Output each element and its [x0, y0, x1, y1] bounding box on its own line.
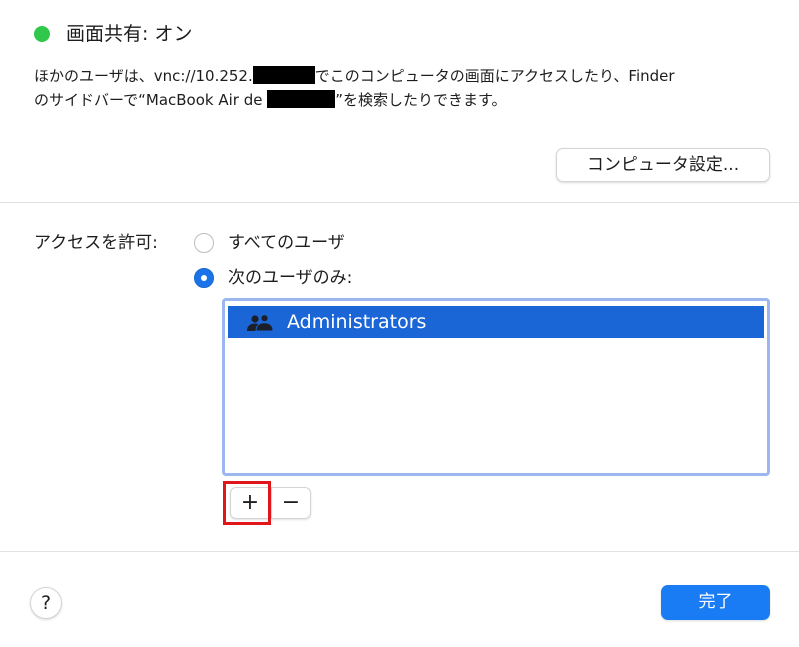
- screen-sharing-description: ほかのユーザは、vnc://10.252. でこのコンピュータの画面にアクセスした…: [34, 64, 675, 112]
- radio-only-these-users-label[interactable]: 次のユーザのみ:: [228, 266, 352, 290]
- description-line-1-prefix: ほかのユーザは、vnc://10.252.: [34, 67, 253, 85]
- description-line-2-prefix: のサイドバーで“MacBook Air de: [34, 91, 268, 109]
- section-divider-top: [0, 202, 799, 203]
- radio-all-users[interactable]: [194, 233, 214, 253]
- redacted-computer-name-block: [267, 90, 336, 108]
- annotation-highlight-box: [223, 481, 271, 525]
- description-line-1-suffix: でこのコンピュータの画面にアクセスしたり、Finder: [314, 67, 675, 85]
- remove-user-button[interactable]: −: [271, 487, 311, 519]
- list-item-label: Administrators: [287, 311, 427, 333]
- access-allow-label: アクセスを許可:: [34, 233, 158, 253]
- allowed-users-list[interactable]: Administrators: [222, 298, 770, 476]
- help-button[interactable]: ?: [30, 587, 62, 619]
- screen-sharing-status-title: 画面共有: オン: [66, 23, 193, 45]
- status-indicator-on: [34, 26, 50, 42]
- description-line-1: ほかのユーザは、vnc://10.252. でこのコンピュータの画面にアクセスした…: [34, 64, 675, 88]
- description-line-2-suffix: ”を検索したりできます。: [335, 91, 507, 109]
- redacted-ip-block: [252, 66, 315, 84]
- description-line-2: のサイドバーで“MacBook Air de ”を検索したりできます。: [34, 88, 675, 112]
- computer-settings-button[interactable]: コンピュータ設定...: [556, 148, 770, 182]
- radio-only-these-users[interactable]: [194, 268, 214, 288]
- radio-all-users-label[interactable]: すべてのユーザ: [228, 231, 345, 255]
- users-group-icon: [247, 314, 274, 332]
- section-divider-bottom: [0, 551, 799, 552]
- list-item-administrators[interactable]: Administrators: [228, 306, 764, 338]
- done-button[interactable]: 完了: [661, 585, 770, 620]
